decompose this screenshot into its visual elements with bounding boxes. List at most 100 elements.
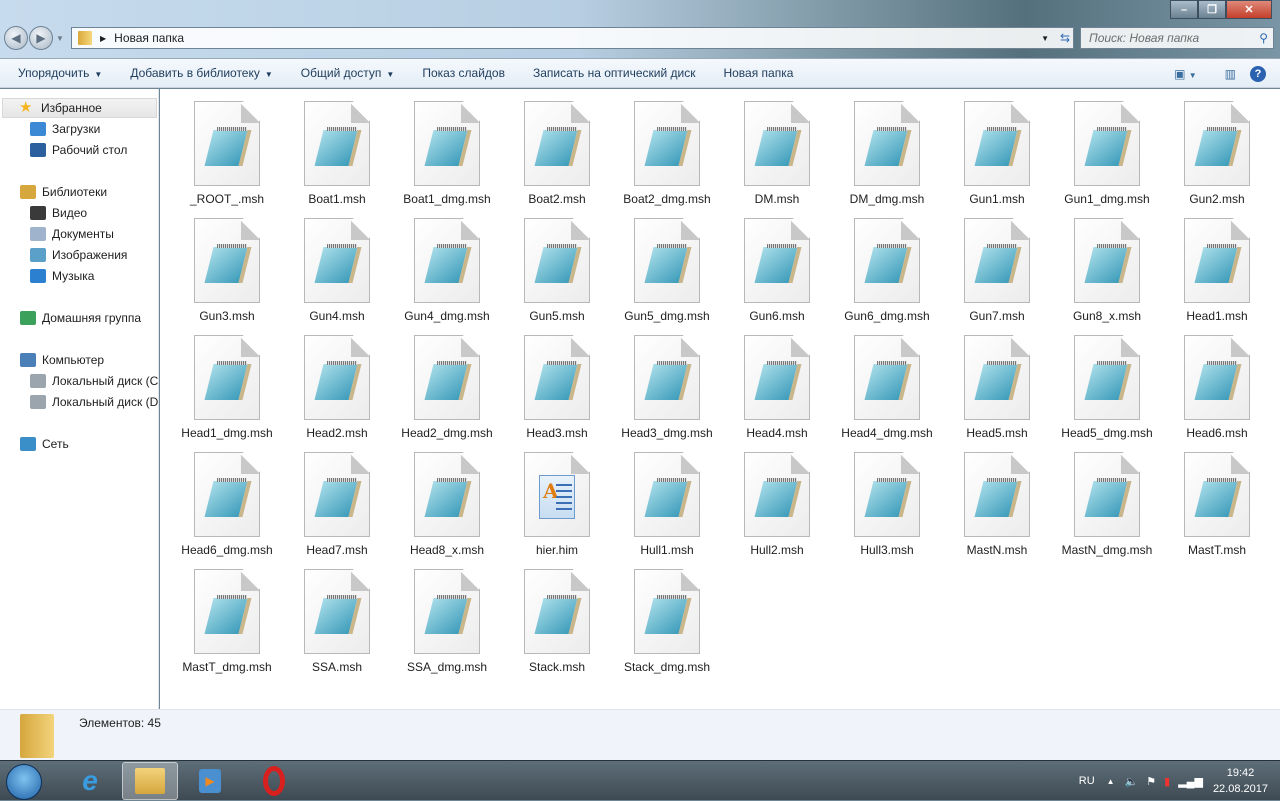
action-center-flag-icon[interactable]: ⚑	[1146, 775, 1156, 788]
sidebar-item[interactable]: Домашняя группа	[20, 308, 141, 328]
sidebar-item[interactable]: Музыка	[30, 266, 94, 286]
file-item[interactable]: Head3_dmg.msh	[612, 323, 722, 440]
language-indicator[interactable]: RU	[1079, 775, 1095, 787]
sidebar-item[interactable]: Документы	[30, 224, 114, 244]
address-dropdown-icon[interactable]: ▼	[1041, 34, 1049, 43]
file-item[interactable]: Boat2.msh	[502, 89, 612, 206]
file-item[interactable]: Head7.msh	[282, 440, 392, 557]
file-item[interactable]: Gun6_dmg.msh	[832, 206, 942, 323]
file-item[interactable]: Gun7.msh	[942, 206, 1052, 323]
file-item[interactable]: Ahier.him	[502, 440, 612, 557]
slideshow-button[interactable]: Показ слайдов	[408, 66, 519, 80]
file-item[interactable]: Stack.msh	[502, 557, 612, 674]
forward-button[interactable]: ▶	[29, 26, 53, 50]
minimize-button[interactable]: –	[1170, 0, 1198, 19]
back-button[interactable]: ◀	[4, 26, 28, 50]
breadcrumb-arrow-icon[interactable]: ▶	[100, 34, 106, 43]
view-options-icon[interactable]: ▣ ▼	[1174, 67, 1211, 81]
sidebar-item[interactable]: Сеть	[20, 434, 69, 454]
refresh-icon[interactable]: ⇆	[1060, 31, 1070, 45]
file-item[interactable]: Hull3.msh	[832, 440, 942, 557]
breadcrumb-current[interactable]: Новая папка	[114, 31, 184, 45]
file-item[interactable]: Head8_x.msh	[392, 440, 502, 557]
sidebar-item[interactable]: Локальный диск (C:)	[30, 371, 158, 391]
file-item[interactable]: Head4.msh	[722, 323, 832, 440]
add-to-library-button[interactable]: Добавить в библиотеку ▼	[116, 66, 286, 80]
file-item[interactable]: Head2.msh	[282, 323, 392, 440]
opera-icon[interactable]	[246, 762, 302, 800]
documents-icon	[30, 227, 46, 241]
preview-pane-icon[interactable]: ▥	[1225, 67, 1236, 81]
file-item[interactable]: MastT_dmg.msh	[172, 557, 282, 674]
file-item[interactable]: Stack_dmg.msh	[612, 557, 722, 674]
sidebar-item[interactable]: Рабочий стол	[30, 140, 127, 160]
explorer-taskbar-icon[interactable]	[122, 762, 178, 800]
close-button[interactable]: ✕	[1226, 0, 1272, 19]
sidebar-item-label: Изображения	[52, 248, 128, 262]
file-item[interactable]: Head2_dmg.msh	[392, 323, 502, 440]
file-item[interactable]: DM_dmg.msh	[832, 89, 942, 206]
file-item[interactable]: MastN.msh	[942, 440, 1052, 557]
file-item[interactable]: Head6_dmg.msh	[172, 440, 282, 557]
sidebar-item[interactable]: Компьютер	[20, 350, 104, 370]
new-folder-button[interactable]: Новая папка	[709, 66, 807, 80]
file-name: _ROOT_.msh	[189, 192, 264, 206]
file-name: Stack_dmg.msh	[623, 660, 711, 674]
file-item[interactable]: Hull2.msh	[722, 440, 832, 557]
sidebar-item[interactable]: ★ Избранное	[2, 98, 157, 118]
recent-pages-dropdown[interactable]: ▼	[56, 34, 64, 43]
file-item[interactable]: SSA.msh	[282, 557, 392, 674]
burn-button[interactable]: Записать на оптический диск	[519, 66, 710, 80]
file-item[interactable]: Gun6.msh	[722, 206, 832, 323]
search-icon[interactable]: ⚲	[1259, 31, 1268, 45]
file-item[interactable]: Gun3.msh	[172, 206, 282, 323]
file-item[interactable]: Head5.msh	[942, 323, 1052, 440]
file-item[interactable]: Gun5_dmg.msh	[612, 206, 722, 323]
file-item[interactable]: Gun1_dmg.msh	[1052, 89, 1162, 206]
media-player-icon[interactable]: ▶	[182, 762, 238, 800]
help-icon[interactable]: ?	[1250, 66, 1266, 82]
file-item[interactable]: Gun5.msh	[502, 206, 612, 323]
show-hidden-icons[interactable]: ▲	[1107, 777, 1115, 786]
search-input[interactable]: Поиск: Новая папка ⚲	[1080, 27, 1274, 49]
file-name: Hull1.msh	[640, 543, 694, 557]
file-item[interactable]: Head4_dmg.msh	[832, 323, 942, 440]
file-item[interactable]: Head3.msh	[502, 323, 612, 440]
clock[interactable]: 19:42 22.08.2017	[1213, 765, 1268, 797]
file-item[interactable]: Gun4_dmg.msh	[392, 206, 502, 323]
file-item[interactable]: Boat2_dmg.msh	[612, 89, 722, 206]
file-item[interactable]: SSA_dmg.msh	[392, 557, 502, 674]
file-item[interactable]: Boat1_dmg.msh	[392, 89, 502, 206]
maximize-button[interactable]: ❐	[1198, 0, 1226, 19]
share-button[interactable]: Общий доступ ▼	[287, 66, 409, 80]
file-item[interactable]: Gun1.msh	[942, 89, 1052, 206]
power-icon[interactable]: ▮	[1164, 775, 1170, 788]
sidebar-item[interactable]: Загрузки	[30, 119, 100, 139]
file-item[interactable]: Head6.msh	[1162, 323, 1272, 440]
internet-explorer-icon[interactable]: e	[62, 762, 118, 800]
organize-button[interactable]: Упорядочить ▼	[0, 66, 116, 80]
file-item[interactable]: Gun2.msh	[1162, 89, 1272, 206]
address-bar[interactable]: ▶ Новая папка ▼ ⇆	[71, 27, 1074, 49]
file-item[interactable]: Gun8_x.msh	[1052, 206, 1162, 323]
file-item[interactable]: _ROOT_.msh	[172, 89, 282, 206]
file-item[interactable]: MastT.msh	[1162, 440, 1272, 557]
file-item[interactable]: Head1.msh	[1162, 206, 1272, 323]
file-item[interactable]: Head5_dmg.msh	[1052, 323, 1162, 440]
network-signal-icon[interactable]: ▂▄▆	[1178, 775, 1203, 788]
sidebar-item[interactable]: Локальный диск (D:)	[30, 392, 158, 412]
file-item[interactable]: Boat1.msh	[282, 89, 392, 206]
sidebar-item[interactable]: Изображения	[30, 245, 127, 265]
file-item[interactable]: Head1_dmg.msh	[172, 323, 282, 440]
volume-icon[interactable]: 🔈	[1125, 775, 1139, 788]
start-button[interactable]	[6, 764, 42, 800]
file-item[interactable]: Hull1.msh	[612, 440, 722, 557]
file-item[interactable]: Gun4.msh	[282, 206, 392, 323]
sidebar-item[interactable]: Видео	[30, 203, 87, 223]
file-name: Head4_dmg.msh	[841, 426, 933, 440]
file-item[interactable]: DM.msh	[722, 89, 832, 206]
sidebar-item[interactable]: Библиотеки	[20, 182, 107, 202]
file-item[interactable]: MastN_dmg.msh	[1052, 440, 1162, 557]
music-icon	[30, 269, 46, 283]
file-name: SSA.msh	[311, 660, 362, 674]
